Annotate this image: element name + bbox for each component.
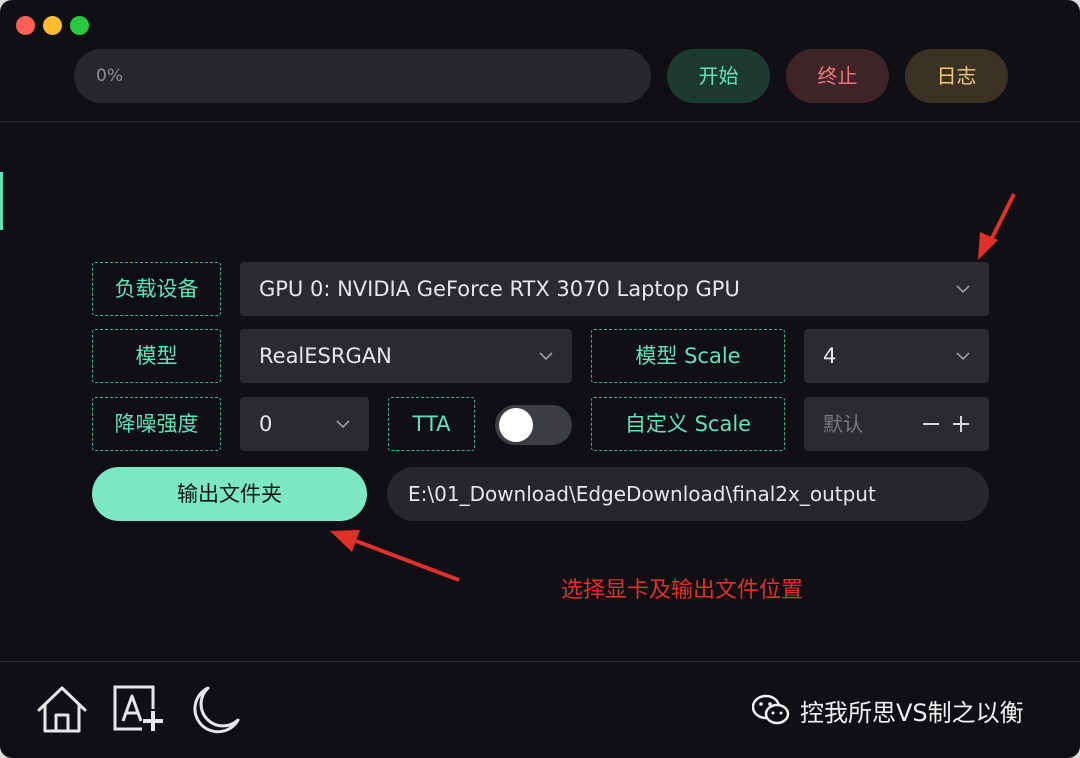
app-window: 0% 开始 终止 日志 负载设备 GPU 0: NVIDIA GeForce R… bbox=[0, 0, 1080, 758]
watermark: 控我所思VS制之以衡 bbox=[752, 690, 1024, 730]
tta-toggle-knob bbox=[499, 408, 533, 442]
output-folder-button[interactable]: 输出文件夹 bbox=[92, 467, 367, 521]
arrow-to-device-select bbox=[978, 193, 1016, 260]
custom-scale-placeholder: 默认 bbox=[823, 412, 863, 436]
tta-label: TTA bbox=[388, 397, 475, 451]
model-scale-value: 4 bbox=[823, 344, 837, 368]
watermark-text: 控我所思VS制之以衡 bbox=[800, 698, 1024, 727]
close-window-button[interactable] bbox=[16, 16, 35, 35]
stop-button[interactable]: 终止 bbox=[786, 49, 889, 103]
minimize-window-button[interactable] bbox=[43, 16, 62, 35]
traffic-lights bbox=[16, 16, 89, 35]
tta-toggle[interactable] bbox=[495, 405, 572, 445]
annotation-text: 选择显卡及输出文件位置 bbox=[561, 578, 804, 603]
minus-icon[interactable] bbox=[921, 414, 941, 434]
model-scale-label: 模型 Scale bbox=[591, 329, 785, 383]
model-select-value: RealESRGAN bbox=[259, 344, 392, 368]
denoise-select[interactable]: 0 bbox=[240, 397, 369, 451]
start-button[interactable]: 开始 bbox=[667, 49, 770, 103]
wechat-icon bbox=[752, 694, 790, 725]
chevron-down-icon bbox=[956, 285, 970, 294]
header-divider bbox=[0, 121, 1080, 122]
log-button[interactable]: 日志 bbox=[905, 49, 1008, 103]
zoom-window-button[interactable] bbox=[70, 16, 89, 35]
model-scale-select[interactable]: 4 bbox=[804, 329, 989, 383]
device-label: 负载设备 bbox=[92, 262, 221, 316]
plus-icon[interactable] bbox=[951, 414, 971, 434]
denoise-label: 降噪强度 bbox=[92, 397, 221, 451]
sidebar-accent-indicator bbox=[0, 172, 3, 230]
chevron-down-icon bbox=[539, 352, 553, 361]
progress-text: 0% bbox=[96, 66, 123, 86]
moon-icon[interactable] bbox=[188, 683, 242, 737]
custom-scale-label: 自定义 Scale bbox=[591, 397, 785, 451]
denoise-select-value: 0 bbox=[259, 412, 273, 436]
model-label: 模型 bbox=[92, 329, 221, 383]
output-path-field[interactable]: E:\01_Download\EdgeDownload\final2x_outp… bbox=[387, 467, 989, 521]
custom-scale-input[interactable]: 默认 bbox=[804, 397, 989, 451]
chevron-down-icon bbox=[336, 420, 350, 429]
home-icon[interactable] bbox=[35, 683, 89, 737]
arrow-to-output-button bbox=[330, 530, 460, 582]
chevron-down-icon bbox=[956, 352, 970, 361]
model-select[interactable]: RealESRGAN bbox=[240, 329, 572, 383]
footer-divider bbox=[0, 661, 1080, 662]
translate-add-icon[interactable] bbox=[112, 683, 166, 737]
progress-bar: 0% bbox=[74, 49, 651, 103]
device-select[interactable]: GPU 0: NVIDIA GeForce RTX 3070 Laptop GP… bbox=[240, 262, 989, 316]
device-select-value: GPU 0: NVIDIA GeForce RTX 3070 Laptop GP… bbox=[259, 277, 740, 301]
